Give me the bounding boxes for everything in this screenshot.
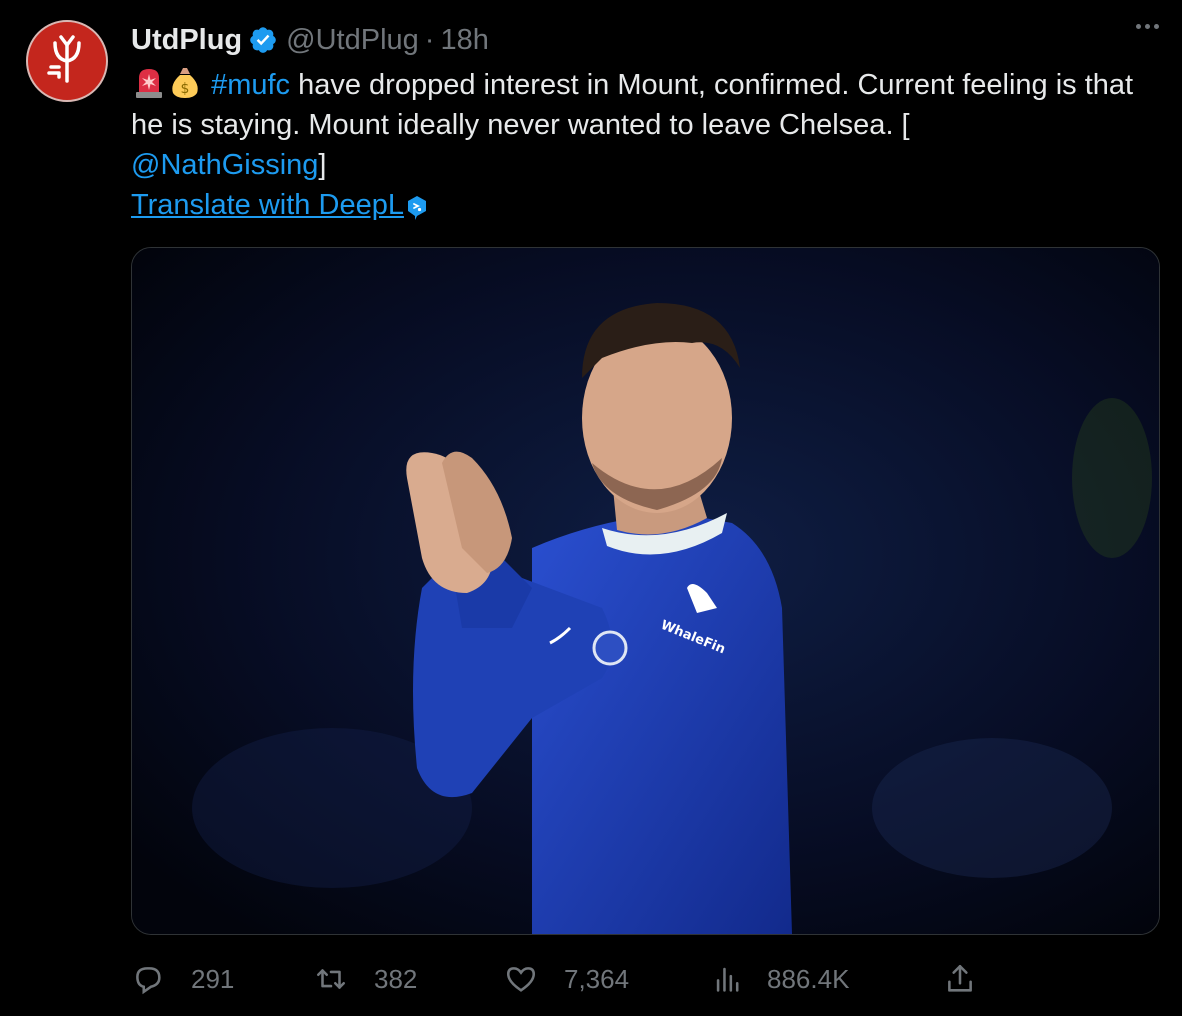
- author-handle[interactable]: @UtdPlug: [286, 24, 419, 57]
- views-button[interactable]: 886.4K: [711, 962, 849, 996]
- translate-link[interactable]: Translate with DeepL: [131, 185, 428, 225]
- retweet-icon: [316, 969, 346, 989]
- tweet-body-2: ]: [318, 149, 327, 181]
- tweet-content: UtdPlug @UtdPlug · 18h $ #mufc have drop…: [131, 20, 1159, 225]
- tweet-photo[interactable]: WhaleFin: [131, 247, 1160, 935]
- retweet-count: 382: [374, 963, 418, 994]
- share-button[interactable]: [943, 962, 977, 996]
- more-options-icon[interactable]: [1136, 24, 1159, 29]
- tweet-text: $ #mufc have dropped interest in Mount, …: [131, 64, 1159, 185]
- reply-button[interactable]: 291: [131, 962, 234, 996]
- tweet-actions: 291 382 7,364 886.4K: [131, 958, 991, 1000]
- views-count: 886.4K: [767, 963, 850, 994]
- views-chart-icon: [716, 967, 739, 992]
- rotating-light-icon: [131, 64, 167, 100]
- reply-count: 291: [191, 963, 235, 994]
- tweet-time[interactable]: 18h: [440, 24, 488, 57]
- verified-badge-icon: [248, 25, 278, 55]
- trident-icon: [47, 35, 81, 83]
- mention-link[interactable]: @NathGissing: [131, 149, 318, 181]
- reply-icon: [136, 967, 161, 995]
- tweet: UtdPlug @UtdPlug · 18h $ #mufc have drop…: [0, 0, 1182, 1016]
- heart-icon: [506, 967, 536, 992]
- player-photo: WhaleFin: [132, 248, 1159, 934]
- deepl-icon: [406, 192, 428, 220]
- tweet-header: UtdPlug @UtdPlug · 18h: [131, 20, 1159, 60]
- share-icon: [948, 964, 972, 992]
- translate-label: Translate with DeepL: [131, 189, 404, 221]
- retweet-button[interactable]: 382: [314, 962, 417, 996]
- money-bag-icon: $: [167, 64, 203, 100]
- header-separator: ·: [424, 23, 435, 56]
- avatar[interactable]: [26, 20, 108, 102]
- like-count: 7,364: [564, 963, 630, 994]
- hashtag-link[interactable]: #mufc: [211, 69, 290, 101]
- like-button[interactable]: 7,364: [504, 962, 629, 996]
- svg-text:$: $: [181, 81, 190, 97]
- author-name[interactable]: UtdPlug: [131, 24, 242, 57]
